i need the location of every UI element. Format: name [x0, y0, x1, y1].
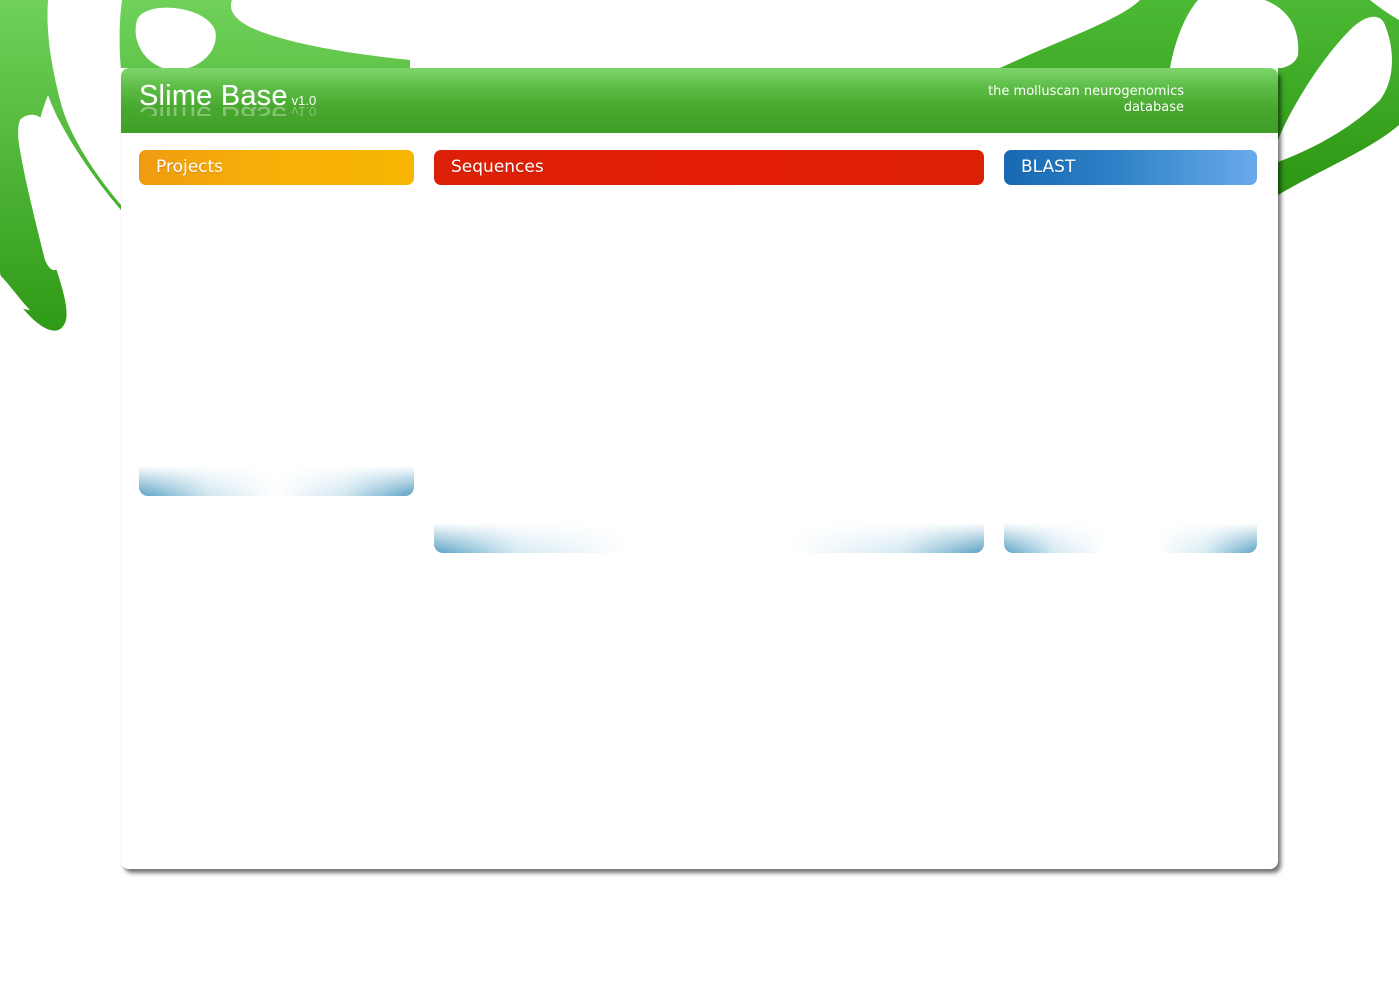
page: Slime Base v1.0 Slime Base v1.0 the mollus…	[0, 0, 1399, 992]
sequences-panel: Sequences	[434, 150, 984, 553]
app-version-reflection: v1.0	[291, 104, 317, 116]
tagline-line-1: the molluscan neurogenomics	[988, 84, 1184, 99]
app-title-reflection: Slime Base	[139, 100, 288, 116]
projects-panel-footer	[139, 466, 414, 496]
sequences-panel-footer	[434, 523, 984, 553]
site-header: Slime Base v1.0 Slime Base v1.0 the mollus…	[121, 68, 1278, 133]
site-title-reflection: Slime Base v1.0	[139, 100, 316, 116]
sequences-header[interactable]: Sequences	[434, 150, 984, 185]
projects-header[interactable]: Projects	[139, 150, 414, 185]
tagline-line-2: database	[1123, 100, 1184, 115]
blast-panel-footer	[1004, 523, 1257, 553]
blast-header[interactable]: BLAST	[1004, 150, 1257, 185]
projects-panel: Projects	[139, 150, 414, 496]
site-tagline: the molluscan neurogenomics database	[944, 84, 1184, 116]
blast-panel: BLAST	[1004, 150, 1257, 553]
